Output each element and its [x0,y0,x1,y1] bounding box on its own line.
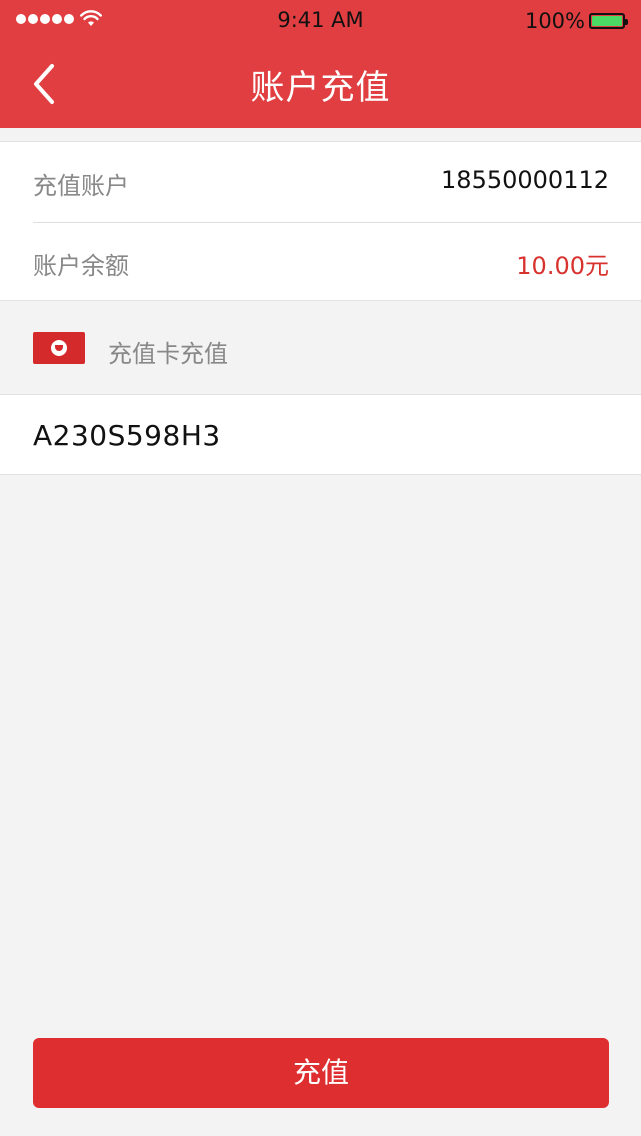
card-code-value: A230S598H3 [33,419,221,452]
recharge-card-section: 充值卡充值 [0,302,641,394]
header: 9:41 AM 100% 账户充值 [0,0,641,128]
nav-bar: 账户充值 [0,40,641,128]
battery-indicator: 100% [524,9,628,33]
battery-icon [589,13,628,29]
balance-row: 账户余额 10.00元 [0,222,641,302]
recharge-card-icon [33,332,85,364]
battery-percent: 100% [524,9,585,33]
account-row: 充值账户 18550000112 [0,142,641,222]
page-title: 账户充值 [250,68,391,108]
balance-value: 10.00元 [516,252,609,280]
status-bar: 9:41 AM 100% [0,0,641,40]
recharge-button[interactable]: 充值 [33,1038,609,1108]
balance-label: 账户余额 [33,252,129,280]
card-code-input[interactable]: A230S598H3 [0,394,641,475]
account-label: 充值账户 [33,172,129,200]
recharge-card-label: 充值卡充值 [108,340,228,368]
account-info-card: 充值账户 18550000112 账户余额 10.00元 [0,141,641,301]
account-value: 18550000112 [441,166,609,194]
recharge-screen: 9:41 AM 100% 账户充值 充值账户 18550000112 账户余额 … [0,0,641,1136]
